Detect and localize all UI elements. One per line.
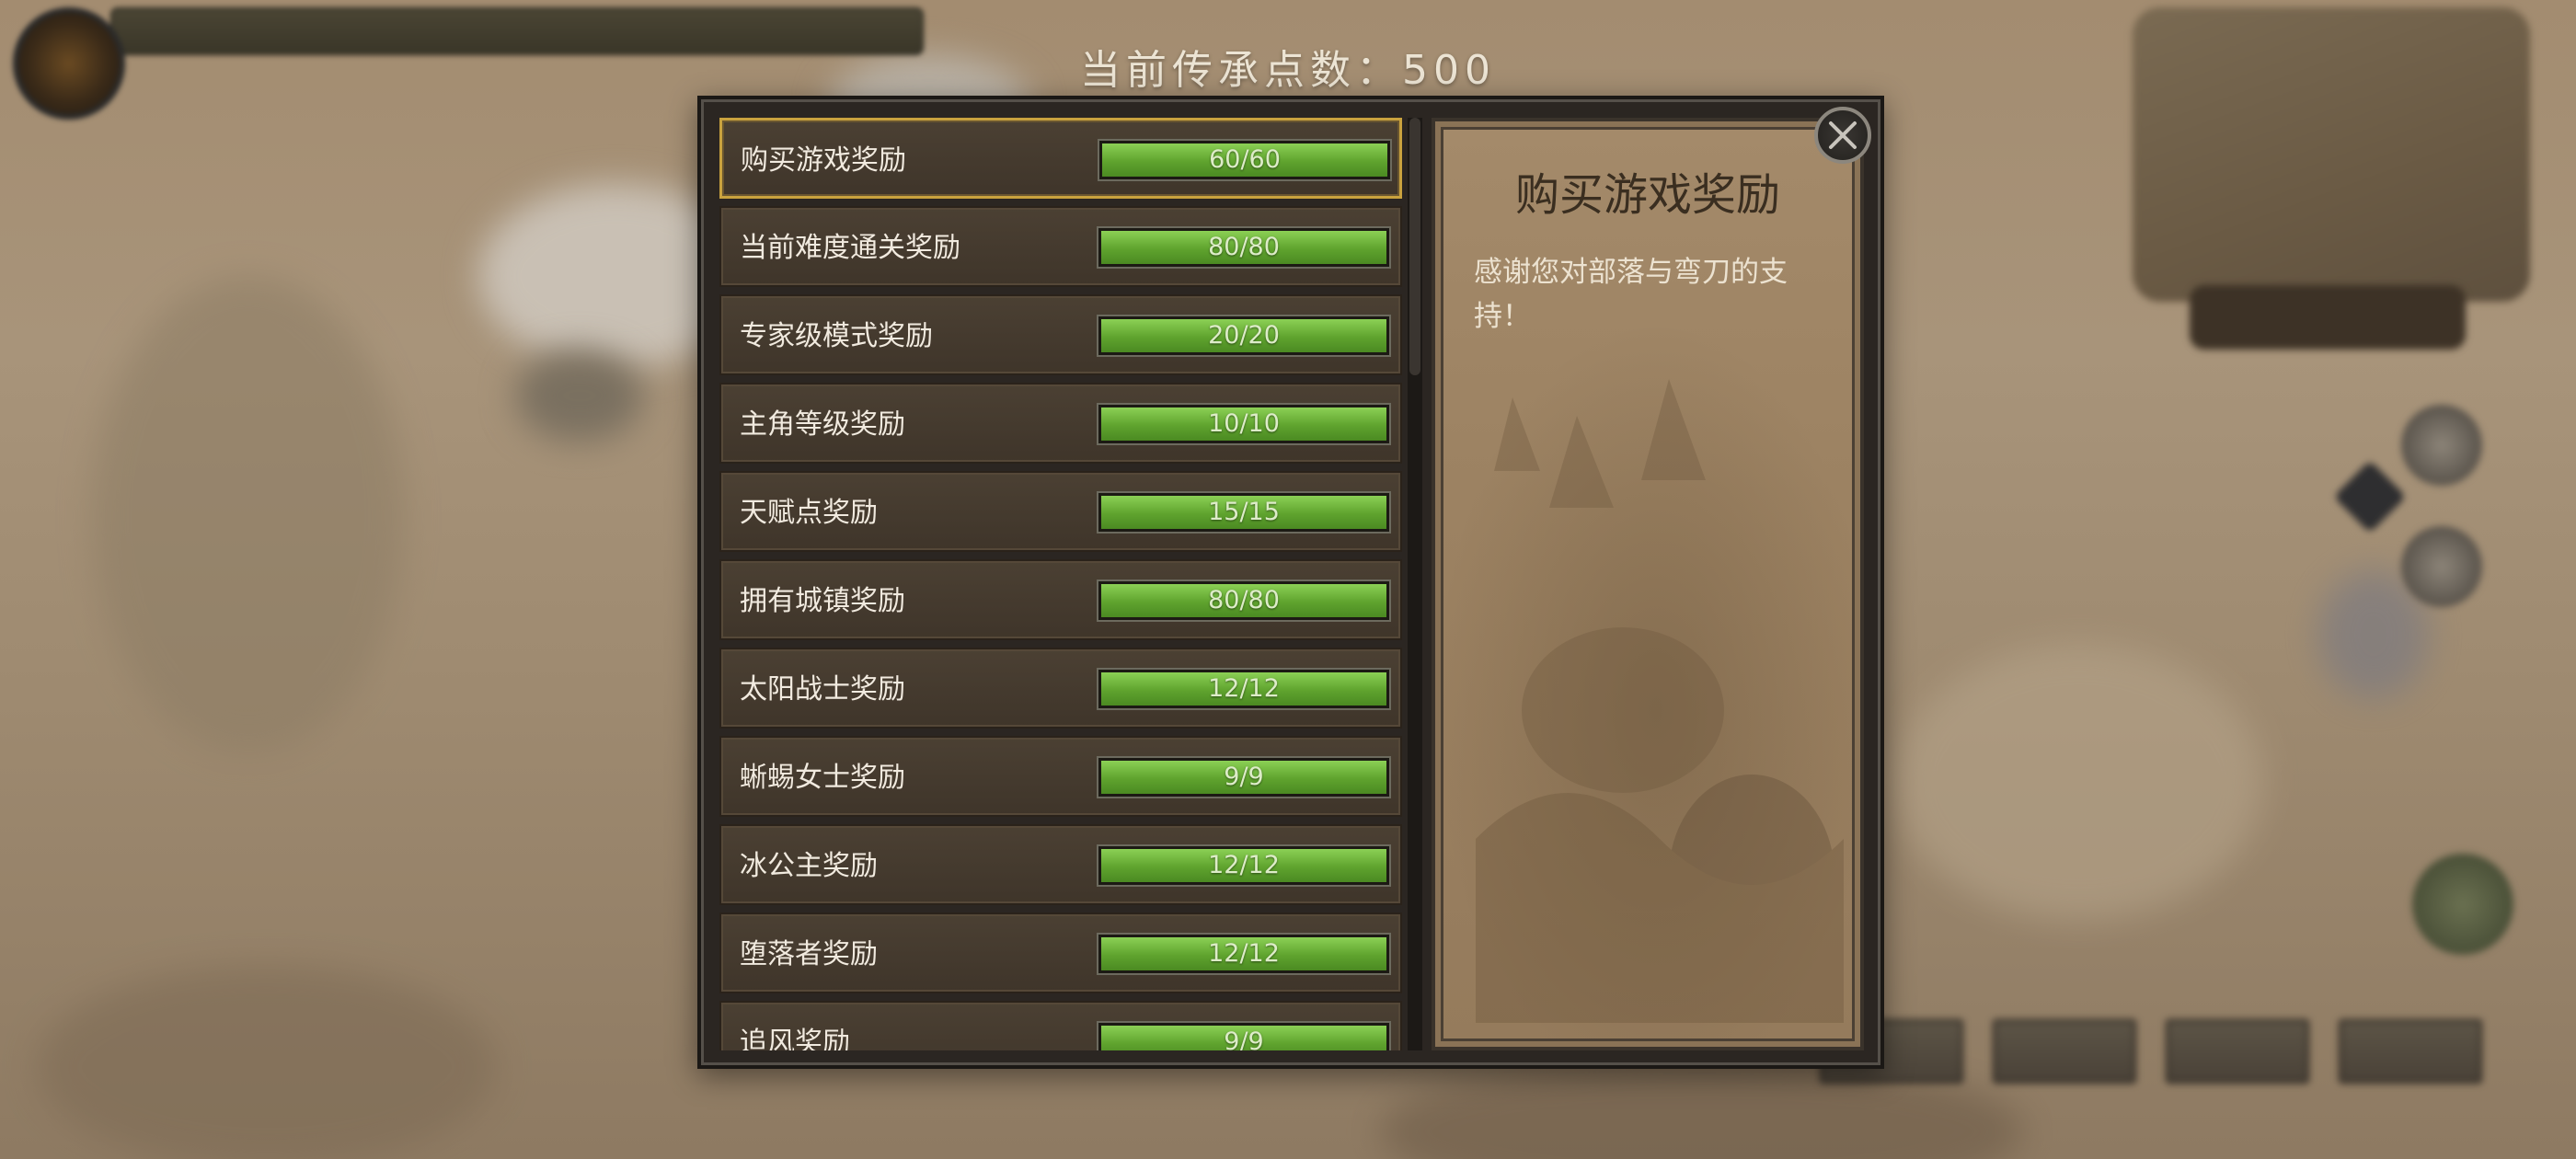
progress-text: 9/9 — [1224, 763, 1264, 791]
progress-text: 12/12 — [1208, 674, 1280, 703]
reward-row[interactable]: 主角等级奖励 10/10 — [719, 383, 1402, 464]
progress-text: 60/60 — [1209, 145, 1281, 174]
reward-label: 冰公主奖励 — [740, 850, 878, 882]
progress-text: 12/12 — [1208, 939, 1280, 968]
progress-text: 20/20 — [1208, 321, 1280, 350]
reward-row[interactable]: 冰公主奖励 12/12 — [719, 824, 1402, 905]
reward-row[interactable]: 太阳战士奖励 12/12 — [719, 648, 1402, 729]
background-scenery — [1895, 644, 2263, 920]
background-scenery — [92, 276, 405, 754]
progress-text: 80/80 — [1208, 586, 1280, 614]
reward-progress-bar: 12/12 — [1098, 670, 1389, 708]
reward-label: 堕落者奖励 — [740, 938, 878, 970]
hud-round-button-icon — [2401, 405, 2482, 486]
reward-progress-bar: 9/9 — [1098, 758, 1389, 797]
hud-bottom-button — [1993, 1019, 2136, 1084]
reward-label: 专家级模式奖励 — [740, 320, 933, 352]
top-left-hud — [0, 0, 929, 120]
reward-progress-bar: 80/80 — [1098, 581, 1389, 620]
close-button[interactable] — [1814, 107, 1871, 164]
detail-description: 感谢您对部落与弯刀的支持！ — [1474, 256, 1788, 333]
hud-diamond-icon — [2333, 460, 2407, 534]
background-scenery — [37, 966, 497, 1159]
sketch-artwork-icon — [1476, 379, 1844, 1023]
reward-label: 追风奖励 — [740, 1027, 850, 1050]
reward-row[interactable]: 当前难度通关奖励 80/80 — [719, 206, 1402, 287]
reward-row[interactable]: 专家级模式奖励 20/20 — [719, 294, 1402, 375]
legacy-rewards-dialog: 购买游戏奖励 60/60 当前难度通关奖励 80/80 专家级模式奖励 20/2… — [697, 96, 1884, 1069]
reward-label: 太阳战士奖励 — [740, 673, 905, 706]
progress-text: 12/12 — [1208, 851, 1280, 879]
reward-progress-bar: 60/60 — [1099, 141, 1390, 179]
reward-progress-bar: 12/12 — [1098, 935, 1389, 973]
reward-progress-bar: 80/80 — [1098, 228, 1389, 267]
reward-label: 天赋点奖励 — [740, 497, 878, 529]
reward-progress-bar: 10/10 — [1098, 405, 1389, 443]
minimap-base — [2190, 285, 2466, 350]
hud-bottom-button — [2339, 1019, 2482, 1084]
minimap — [2133, 7, 2530, 302]
progress-text: 80/80 — [1208, 233, 1280, 261]
reward-label: 主角等级奖励 — [740, 408, 905, 441]
reward-row[interactable]: 天赋点奖励 15/15 — [719, 471, 1402, 552]
hud-bottom-button — [2166, 1019, 2309, 1084]
reward-label: 当前难度通关奖励 — [740, 232, 960, 264]
reward-row[interactable]: 追风奖励 9/9 — [719, 1001, 1402, 1050]
reward-row[interactable]: 拥有城镇奖励 80/80 — [719, 559, 1402, 640]
reward-label: 购买游戏奖励 — [741, 144, 906, 177]
detail-title: 购买游戏奖励 — [1514, 169, 1780, 221]
hud-round-button-icon — [2401, 526, 2482, 607]
reward-progress-bar: 9/9 — [1098, 1023, 1389, 1050]
reward-row[interactable]: 购买游戏奖励 60/60 — [719, 118, 1402, 199]
progress-text: 9/9 — [1224, 1027, 1264, 1050]
reward-progress-bar: 12/12 — [1098, 846, 1389, 885]
reward-list[interactable]: 购买游戏奖励 60/60 当前难度通关奖励 80/80 专家级模式奖励 20/2… — [719, 118, 1402, 1050]
reward-list-scrollbar[interactable] — [1408, 118, 1422, 1050]
resource-bar — [110, 7, 924, 55]
progress-text: 15/15 — [1208, 498, 1280, 526]
progress-text: 10/10 — [1208, 409, 1280, 438]
reward-label: 蜥蜴女士奖励 — [740, 762, 905, 794]
faction-emblem-icon — [13, 7, 125, 120]
reward-row[interactable]: 堕落者奖励 12/12 — [719, 912, 1402, 993]
legacy-points-header: 当前传承点数：500 — [1080, 47, 1496, 94]
reward-detail-panel: 购买游戏奖励 感谢您对部落与弯刀的支持！ — [1432, 118, 1864, 1050]
reward-label: 拥有城镇奖励 — [740, 585, 905, 617]
background-scenery — [515, 350, 644, 442]
hud-round-button-icon — [2412, 854, 2513, 955]
close-icon — [1829, 121, 1857, 149]
scrollbar-thumb[interactable] — [1409, 118, 1420, 375]
reward-row[interactable]: 蜥蜴女士奖励 9/9 — [719, 736, 1402, 817]
game-screen: 当前传承点数：500 购买游戏奖励 60/60 当前难度通关奖励 80/80 专… — [0, 0, 2576, 1159]
reward-progress-bar: 20/20 — [1098, 316, 1389, 355]
reward-progress-bar: 15/15 — [1098, 493, 1389, 532]
